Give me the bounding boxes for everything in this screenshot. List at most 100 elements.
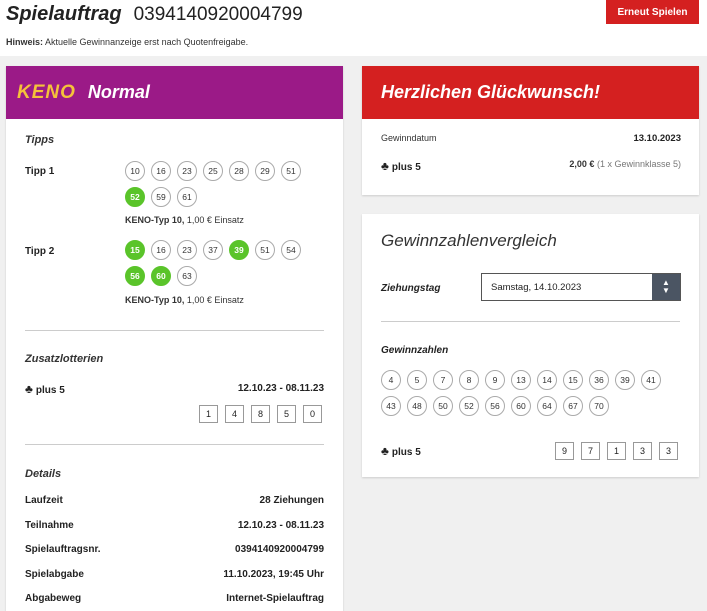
win-card: Herzlichen Glückwunsch! Gewinndatum 13.1… [362,66,699,195]
tipp-2-type: KENO-Typ 10, [125,295,185,305]
order-number: 0394140920004799 [133,4,303,25]
number-ball: 16 [151,161,171,181]
hint-body: Aktuelle Gewinnanzeige erst nach Quotenf… [45,37,249,47]
plus5-digit: 5 [277,405,296,423]
divider [25,444,324,445]
number-ball: 9 [485,370,505,390]
chevron-updown-icon[interactable]: ▲ ▼ [652,274,680,300]
number-ball: 41 [641,370,661,390]
plus5-digit: 1 [607,442,626,460]
number-ball: 36 [589,370,609,390]
number-ball: 39 [615,370,635,390]
win-numbers-label: Gewinnzahlen [381,345,449,356]
clover-icon: ♣ [381,159,389,173]
number-ball: 50 [433,396,453,416]
replay-button[interactable]: Erneut Spielen [606,0,699,24]
tipp-2-meta: KENO-Typ 10, 1,00 € Einsatz [125,295,244,305]
number-ball: 51 [281,161,301,181]
detail-label: Spielabgabe [25,568,84,580]
detail-label: Abgabeweg [25,593,82,604]
win-amount: 2,00 € [569,159,595,169]
plus5-digit: 3 [659,442,678,460]
detail-value: 0394140920004799 [235,544,324,555]
number-ball: 64 [537,396,557,416]
clover-icon: ♣ [381,444,389,458]
tipp-2-label: Tipp 2 [25,246,55,257]
draw-day-label: Ziehungstag [381,283,441,294]
plus5-digit: 0 [303,405,322,423]
plus5-label-text: plus 5 [35,385,65,396]
divider [25,330,324,331]
compare-card: Gewinnzahlenvergleich Ziehungstag Samsta… [362,214,699,477]
win-plus5-text: plus 5 [391,162,421,173]
number-ball: 39 [229,240,249,260]
number-ball: 56 [125,266,145,286]
plus5-digit: 7 [581,442,600,460]
number-ball: 10 [125,161,145,181]
number-ball: 13 [511,370,531,390]
plus5-digit: 8 [251,405,270,423]
number-ball: 29 [255,161,275,181]
number-ball: 52 [125,187,145,207]
win-date-label: Gewinndatum [381,133,437,143]
tipp-1-meta: KENO-Typ 10, 1,00 € Einsatz [125,215,244,225]
win-date-value: 13.10.2023 [633,133,681,144]
compare-heading: Gewinnzahlenvergleich [381,231,557,250]
number-ball: 43 [381,396,401,416]
number-ball: 60 [511,396,531,416]
number-ball: 52 [459,396,479,416]
keno-header: KENO Normal [6,66,343,119]
zusatz-heading: Zusatzlotterien [25,353,104,365]
win-plus5-label: ♣ plus 5 [381,159,421,173]
win-class-info: (1 x Gewinnklasse 5) [596,159,681,169]
number-ball: 70 [589,396,609,416]
number-ball: 15 [563,370,583,390]
number-ball: 23 [177,161,197,181]
draw-day-value: Samstag, 14.10.2023 [491,281,582,293]
detail-value: 11.10.2023, 19:45 Uhr [223,568,324,580]
details-heading: Details [25,468,62,480]
number-ball: 16 [151,240,171,260]
number-ball: 56 [485,396,505,416]
number-ball: 67 [563,396,583,416]
tipp-1-stake: 1,00 € Einsatz [186,215,244,225]
number-ball: 63 [177,266,197,286]
draw-day-select[interactable]: Samstag, 14.10.2023 ▲ ▼ [481,273,681,301]
plus5-digit: 1 [199,405,218,423]
tipp-1-label: Tipp 1 [25,166,55,177]
keno-game-type: Normal [87,82,150,102]
number-ball: 15 [125,240,145,260]
clover-icon: ♣ [25,382,33,396]
number-ball: 14 [537,370,557,390]
detail-label: Laufzeit [25,495,63,506]
number-ball: 4 [381,370,401,390]
plus5-label: ♣ plus 5 [25,382,65,396]
plus5-digit: 9 [555,442,574,460]
plus5-digit: 4 [225,405,244,423]
divider [381,321,680,322]
number-ball: 51 [255,240,275,260]
number-ball: 59 [151,187,171,207]
compare-plus5-label: ♣ plus 5 [381,444,421,458]
number-ball: 28 [229,161,249,181]
detail-label: Spielauftragsnr. [25,544,101,555]
keno-logo: KENO [17,81,76,103]
detail-value: 12.10.23 - 08.11.23 [237,519,324,531]
title-label: Spielauftrag [6,3,122,25]
number-ball: 60 [151,266,171,286]
chevron-down: ▼ [662,286,670,295]
hint-label: Hinweis: [6,37,44,47]
tipp-1-type: KENO-Typ 10, [125,215,185,225]
plus5-digit: 3 [633,442,652,460]
number-ball: 25 [203,161,223,181]
detail-value: 28 Ziehungen [259,495,324,506]
number-ball: 48 [407,396,427,416]
number-ball: 54 [281,240,301,260]
keno-card: KENO Normal Tipps Tipp 1 10 16 23 25 28 29 51 5… [6,66,343,611]
hint-text: Hinweis: Aktuelle Gewinnanzeige erst nac… [6,37,248,47]
win-amount-row: 2,00 € (1 x Gewinnklasse 5) [569,159,681,169]
win-header: Herzlichen Glückwunsch! [362,66,699,119]
number-ball: 8 [459,370,479,390]
tipps-heading: Tipps [25,134,55,146]
detail-label: Teilnahme [25,519,74,531]
